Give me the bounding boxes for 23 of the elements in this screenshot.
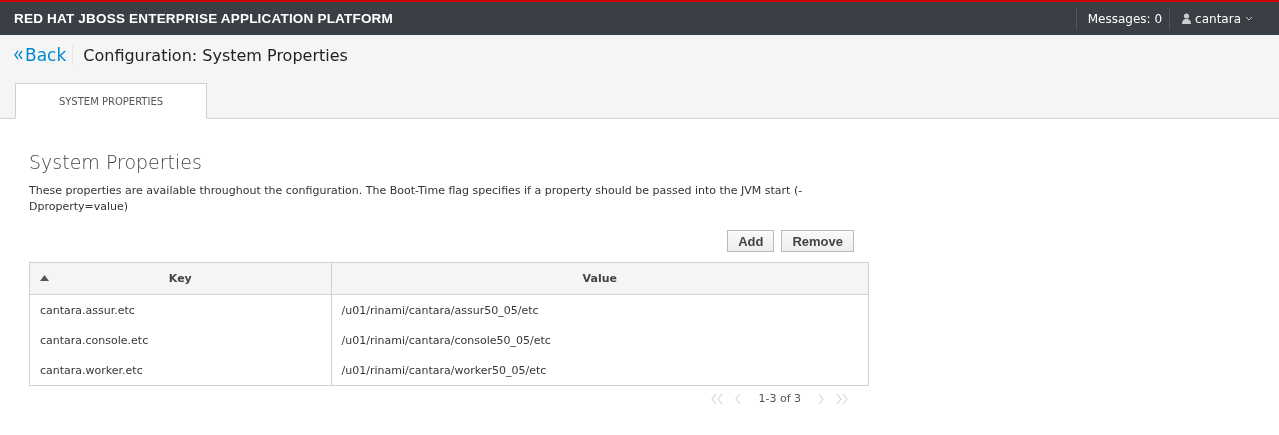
page-title: Configuration: System Properties [83,45,348,65]
table-cell: /u01/rinami/cantara/assur50_05/etc [341,303,539,317]
column-header[interactable]: Key [168,272,192,285]
messages-count[interactable]: Messages: 0 [1075,7,1171,30]
caret-icon [1245,16,1253,21]
table-cell: cantara.assur.etc [40,303,135,317]
table-cell: cantara.worker.etc [40,363,143,377]
tab[interactable]: SYSTEM PROPERTIES [15,83,207,119]
table-cell: /u01/rinami/cantara/worker50_05/etc [341,363,547,377]
brand-logo: RED HAT JBOSS ENTERPRISE APPLICATION PLATFORM [14,11,394,26]
page-range: 1-3 of 3 [757,392,802,405]
table-cell: cantara.console.etc [40,333,149,347]
back-link[interactable]: Back [14,45,74,65]
description-text: These properties are available throughout the configuration. The Boot-Time flag specifies if a property should be passed into the JVM start (-Dproperty=value) [29,183,804,215]
action-button[interactable]: Add [727,230,775,252]
user-menu[interactable]: cantara [1170,11,1279,26]
section-heading: System Properties [29,151,203,173]
table-cell: /u01/rinami/cantara/console50_05/etc [341,333,551,347]
action-button[interactable]: Remove [781,230,854,252]
double-chevron-left-icon [14,50,23,60]
sort-ascending-icon[interactable] [40,275,49,281]
column-header[interactable]: Value [582,272,617,285]
user-icon [1182,13,1192,24]
